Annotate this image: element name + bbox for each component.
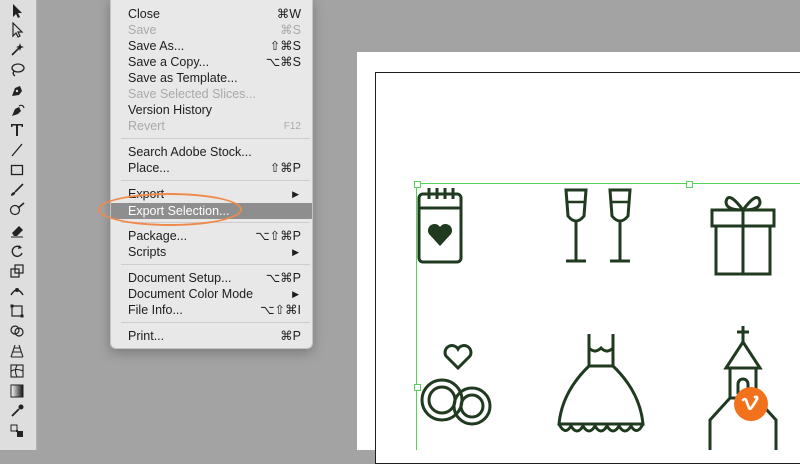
menu-shortcut: ⇧⌘S (269, 39, 301, 53)
calendar-heart-icon[interactable] (415, 186, 465, 266)
scale-tool-icon[interactable] (6, 262, 28, 280)
menu-item-scripts[interactable]: Scripts ▶ (111, 244, 312, 261)
menu-item-print[interactable]: Print... ⌘P (111, 328, 312, 345)
menu-item-save[interactable]: Save ⌘S (111, 22, 312, 39)
menu-separator (121, 322, 310, 323)
submenu-arrow-icon: ▶ (292, 247, 299, 257)
menu-item-label: Package... (128, 229, 188, 243)
menu-shortcut: ⌘S (280, 23, 301, 37)
line-tool-icon[interactable] (6, 141, 28, 159)
menu-item-save-a-copy[interactable]: Save a Copy... ⌥⌘S (111, 54, 312, 71)
submenu-arrow-icon: ▶ (292, 289, 299, 299)
menu-item-search-adobe-stock[interactable]: Search Adobe Stock... (111, 144, 312, 161)
type-tool-icon[interactable] (6, 121, 28, 139)
menu-item-save-selected-slices[interactable]: Save Selected Slices... (111, 86, 312, 103)
menu-item-close[interactable]: Close ⌘W (111, 6, 312, 23)
menu-item-label: Save As... (128, 39, 185, 53)
menu-item-save-as-template[interactable]: Save as Template... (111, 70, 312, 87)
menu-shortcut: ⌘W (276, 7, 301, 21)
menu-separator (121, 138, 310, 139)
rings-heart-icon[interactable] (416, 344, 496, 430)
menu-item-save-as[interactable]: Save As... ⇧⌘S (111, 38, 312, 55)
shape-builder-icon[interactable] (6, 322, 28, 340)
gradient-tool-icon[interactable] (6, 382, 28, 400)
menu-item-document-color-mode[interactable]: Document Color Mode ▶ (111, 286, 312, 303)
file-menu: Close ⌘W Save ⌘S Save As... ⇧⌘S Save a C… (110, 0, 313, 349)
direct-selection-tool-icon[interactable] (6, 21, 28, 39)
menu-shortcut: ⌥⌘S (265, 55, 301, 69)
menu-item-label: Search Adobe Stock... (128, 145, 252, 159)
menu-separator (121, 180, 310, 181)
callout-oval (98, 193, 242, 226)
free-transform-icon[interactable] (6, 302, 28, 320)
menu-item-label: Save a Copy... (128, 55, 210, 69)
menu-item-label: Save (128, 23, 157, 37)
menu-separator (121, 264, 310, 265)
tools-panel (0, 0, 37, 450)
menu-item-label: File Info... (128, 303, 183, 317)
menu-shortcut: ⇧⌘P (269, 161, 301, 175)
menu-item-label: Document Color Mode (128, 287, 254, 301)
mesh-tool-icon[interactable] (6, 362, 28, 380)
gift-box-icon[interactable] (710, 186, 776, 278)
blend-tool-icon[interactable] (6, 422, 28, 440)
selection-tool-icon[interactable] (6, 2, 28, 20)
perspective-grid-icon[interactable] (6, 342, 28, 360)
curvature-tool-icon[interactable] (6, 102, 28, 120)
wedding-dress-icon[interactable] (556, 332, 646, 442)
shaper-tool-icon[interactable] (6, 200, 28, 218)
menu-item-label: Scripts (128, 245, 167, 259)
eyedropper-icon[interactable] (6, 402, 28, 420)
menu-item-label: Save Selected Slices... (128, 87, 256, 101)
menu-item-package[interactable]: Package... ⌥⇧⌘P (111, 228, 312, 245)
menu-item-version-history[interactable]: Version History (111, 102, 312, 119)
lasso-icon[interactable] (6, 61, 28, 79)
menu-item-label: Close (128, 7, 160, 21)
magic-wand-icon[interactable] (6, 40, 28, 58)
pen-tool-icon[interactable] (6, 82, 28, 100)
menu-item-document-setup[interactable]: Document Setup... ⌥⌘P (111, 270, 312, 287)
submenu-arrow-icon: ▶ (292, 189, 299, 199)
menu-item-file-info[interactable]: File Info... ⌥⇧⌘I (111, 302, 312, 319)
champagne-glasses-icon[interactable] (562, 186, 636, 266)
menu-item-label: Save as Template... (128, 71, 238, 85)
menu-shortcut: ⌘P (280, 329, 301, 343)
menu-item-label: Version History (128, 103, 213, 117)
menu-item-label: Place... (128, 161, 170, 175)
selection-handle[interactable] (686, 181, 693, 188)
paintbrush-icon[interactable] (6, 181, 28, 199)
eraser-icon[interactable] (6, 221, 28, 239)
menu-item-label: Print... (128, 329, 165, 343)
menu-item-label: Revert (128, 119, 165, 133)
chapel-icon[interactable] (706, 324, 780, 450)
menu-item-label: Document Setup... (128, 271, 232, 285)
rotate-tool-icon[interactable] (6, 242, 28, 260)
menu-shortcut: ⌥⇧⌘P (255, 229, 301, 243)
width-tool-icon[interactable] (6, 282, 28, 300)
menu-shortcut: ⌥⇧⌘I (260, 303, 301, 317)
vimeo-badge-icon (734, 387, 768, 421)
selection-bounds-top (416, 183, 800, 184)
menu-shortcut: ⌥⌘P (265, 271, 301, 285)
rectangle-tool-icon[interactable] (6, 161, 28, 179)
menu-item-place[interactable]: Place... ⇧⌘P (111, 160, 312, 177)
menu-shortcut: F12 (283, 121, 301, 132)
menu-item-revert[interactable]: Revert F12 (111, 118, 312, 135)
